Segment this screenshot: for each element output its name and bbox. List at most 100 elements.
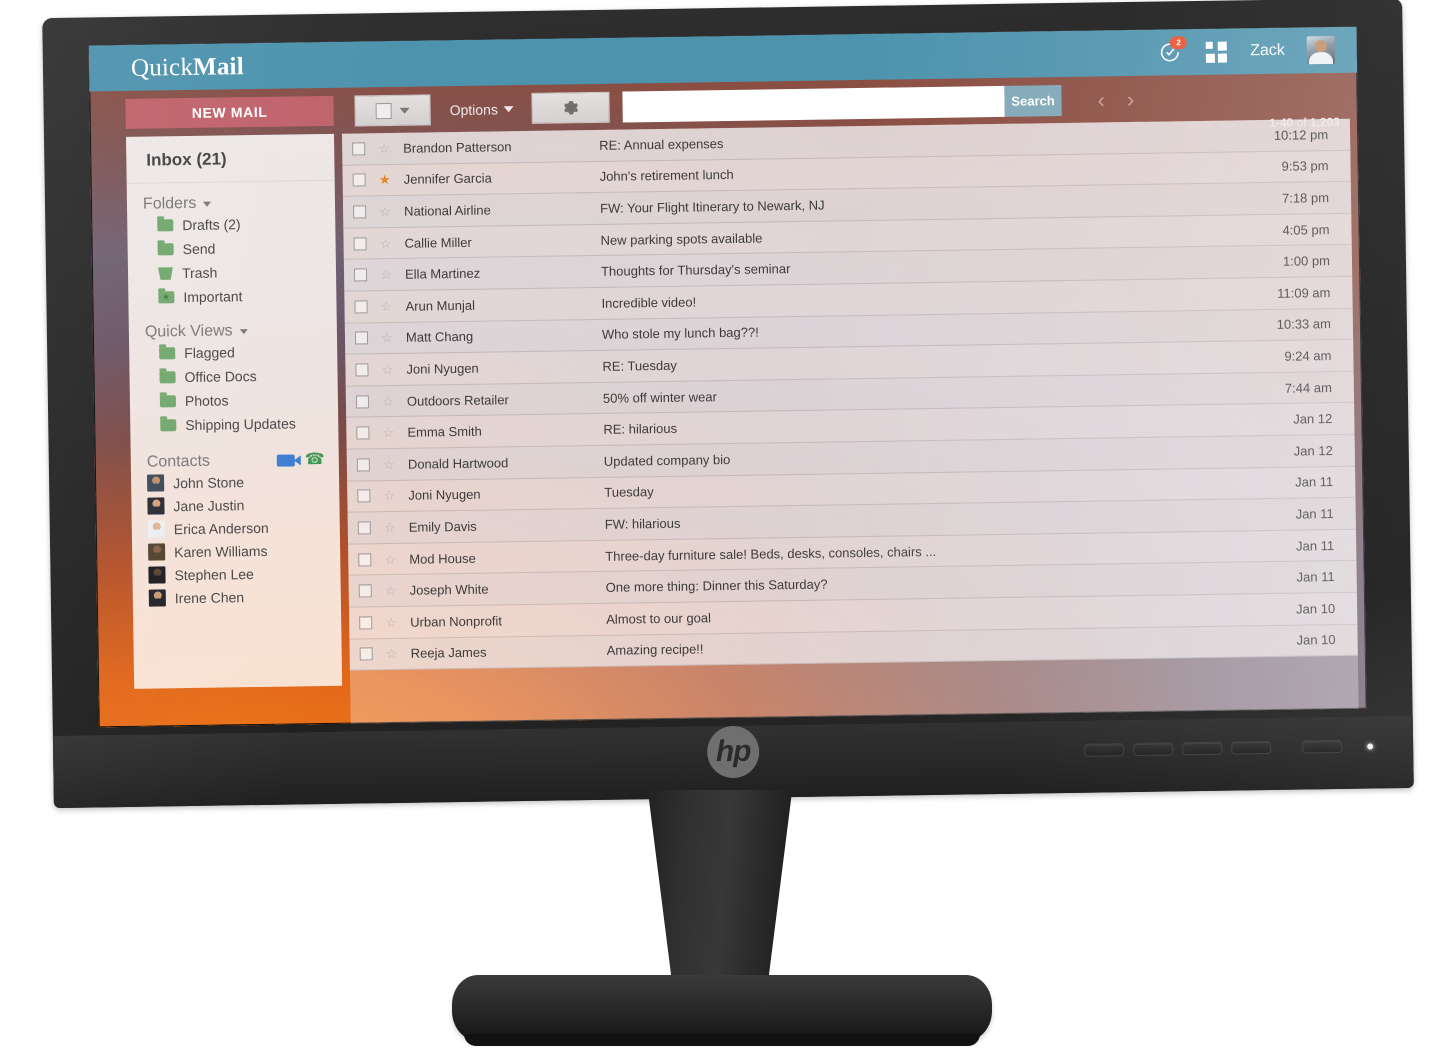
star-icon[interactable]: ☆ (378, 236, 392, 251)
contacts-section: Contacts ☎ John Stone Jane Justin Erica An… (130, 437, 341, 614)
monitor-screen: QuickMail 2 Zack NEW MAIL Options Search… (88, 26, 1367, 728)
chevron-down-icon (239, 328, 248, 334)
quickview-item[interactable]: Shipping Updates (146, 411, 338, 438)
search-button[interactable]: Search (1004, 85, 1062, 117)
grid-cell (1217, 41, 1227, 51)
phone-icon[interactable]: ☎ (305, 451, 325, 468)
mail-time: Jan 12 (1293, 411, 1333, 427)
quickview-item[interactable]: Office Docs (145, 363, 337, 390)
monitor-stand-base (452, 975, 992, 1046)
row-checkbox[interactable] (355, 394, 370, 409)
contact-item[interactable]: Erica Anderson (147, 515, 340, 541)
row-checkbox[interactable] (354, 300, 368, 314)
mail-sender: Joseph White (409, 581, 489, 598)
settings-button[interactable] (531, 91, 610, 124)
avatar[interactable] (1306, 35, 1336, 65)
quickview-item-label: Flagged (184, 344, 235, 362)
star-icon[interactable]: ☆ (384, 615, 398, 630)
row-checkbox[interactable] (352, 173, 366, 187)
mail-time: 1:00 pm (1282, 253, 1331, 269)
folder-icon (160, 419, 177, 432)
mail-subject: One more thing: Dinner this Saturday? (605, 576, 828, 595)
row-checkbox[interactable] (357, 521, 371, 535)
row-checkbox[interactable] (357, 489, 371, 503)
star-icon[interactable]: ☆ (384, 583, 398, 598)
monitor-input-button[interactable] (1231, 740, 1272, 755)
mail-subject: Almost to our goal (606, 609, 712, 627)
row-checkbox[interactable] (359, 647, 373, 661)
search-input[interactable] (622, 85, 1005, 123)
chevron-left-icon[interactable]: ‹ (1097, 87, 1105, 112)
select-all-dropdown[interactable] (354, 94, 431, 127)
star-icon[interactable]: ☆ (385, 646, 399, 661)
mail-subject: Tuesday (604, 484, 654, 501)
star-icon[interactable]: ☆ (383, 520, 397, 535)
star-icon[interactable]: ☆ (381, 425, 395, 440)
mail-sender: Urban Nonprofit (410, 613, 503, 630)
clock-check-icon[interactable]: 2 (1158, 36, 1188, 64)
star-icon[interactable]: ☆ (380, 330, 394, 345)
row-checkbox[interactable] (353, 268, 368, 282)
chevron-right-icon[interactable]: › (1127, 87, 1135, 112)
user-name[interactable]: Zack (1250, 42, 1285, 61)
mail-time: 4:05 pm (1282, 221, 1330, 238)
folder-item[interactable]: ★ Important (144, 283, 336, 310)
star-icon[interactable]: ☆ (381, 394, 395, 409)
contact-name: Karen Williams (174, 542, 268, 560)
mail-time: Jan 10 (1296, 632, 1336, 648)
folder-item[interactable]: Trash (144, 259, 336, 286)
row-checkbox[interactable] (359, 616, 373, 630)
quickview-item[interactable]: Photos (146, 387, 338, 414)
row-checkbox[interactable] (356, 458, 370, 472)
contact-item[interactable]: Irene Chen (148, 584, 341, 610)
sidebar-item-inbox[interactable]: Inbox (21) (125, 133, 335, 184)
star-icon[interactable]: ☆ (379, 267, 393, 282)
monitor-menu-button[interactable] (1084, 743, 1125, 757)
contact-item[interactable]: Jane Justin (147, 492, 339, 518)
quickview-item[interactable]: Flagged (145, 339, 337, 366)
contact-item[interactable]: Stephen Lee (148, 561, 340, 587)
mail-subject: New parking spots available (600, 230, 763, 248)
mail-time: 7:18 pm (1281, 190, 1330, 206)
contact-item[interactable]: Karen Williams (148, 538, 340, 564)
video-camera-icon[interactable] (276, 454, 295, 467)
monitor-power-button[interactable] (1302, 739, 1343, 754)
star-icon[interactable]: ☆ (382, 488, 396, 503)
new-mail-button[interactable]: NEW MAIL (125, 95, 334, 129)
monitor-plus-button[interactable] (1182, 741, 1223, 756)
mail-time: 9:53 pm (1281, 158, 1329, 175)
star-icon[interactable]: ☆ (383, 551, 397, 566)
folder-item[interactable]: Send (143, 235, 335, 262)
contact-name: Stephen Lee (174, 565, 255, 583)
mail-sender: Donald Hartwood (407, 455, 509, 472)
apps-grid-icon[interactable] (1204, 40, 1228, 64)
star-icon[interactable]: ☆ (378, 204, 392, 219)
row-checkbox[interactable] (353, 236, 367, 251)
row-checkbox[interactable] (355, 363, 369, 377)
mail-time: Jan 11 (1295, 505, 1334, 522)
contact-item[interactable]: John Stone (146, 469, 339, 495)
folder-item[interactable]: Drafts (2) (143, 211, 335, 238)
options-menu[interactable]: Options (450, 101, 514, 118)
mail-subject: 50% off winter wear (602, 388, 717, 406)
row-checkbox[interactable] (354, 331, 369, 345)
row-checkbox[interactable] (358, 584, 372, 598)
monitor-minus-button[interactable] (1133, 742, 1174, 757)
star-icon[interactable]: ☆ (382, 457, 396, 472)
hp-logo: hp (706, 725, 760, 779)
star-icon[interactable]: ☆ (379, 299, 393, 314)
star-icon[interactable]: ★ (378, 172, 392, 187)
apps-grid-glyph (1205, 41, 1227, 63)
notification-badge: 2 (1169, 36, 1188, 50)
mail-sender: Joni Nyugen (406, 360, 479, 377)
row-checkbox[interactable] (358, 552, 372, 567)
row-checkbox[interactable] (352, 142, 366, 156)
star-icon[interactable]: ☆ (380, 362, 394, 377)
mail-sender: Callie Miller (404, 234, 472, 251)
row-checkbox[interactable] (356, 426, 370, 440)
mail-time: 9:24 am (1284, 347, 1332, 364)
star-icon[interactable]: ☆ (377, 141, 391, 156)
contact-name: Irene Chen (174, 588, 245, 606)
mail-sender: Ella Martinez (404, 265, 481, 282)
row-checkbox[interactable] (353, 205, 367, 219)
